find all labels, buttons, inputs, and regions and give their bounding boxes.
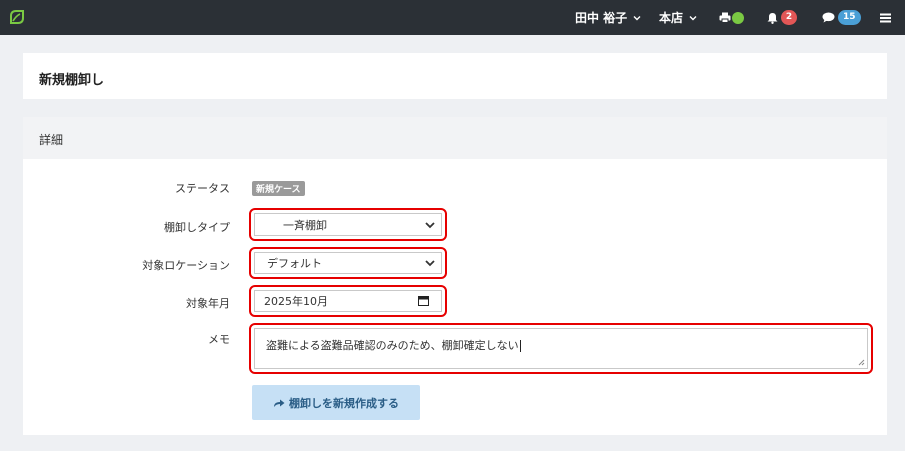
section-title: 詳細 xyxy=(39,133,64,147)
user-menu[interactable]: 田中 裕子 xyxy=(575,0,641,35)
comment-icon xyxy=(822,12,835,23)
inventory-type-select[interactable]: 一斉棚卸 xyxy=(254,213,442,236)
calendar-icon[interactable] xyxy=(418,295,429,306)
target-month-value: 2025年10月 xyxy=(264,295,328,308)
resize-handle-icon[interactable] xyxy=(857,358,865,366)
memo-label: メモ xyxy=(208,333,230,346)
printer-status[interactable] xyxy=(719,0,744,35)
chevron-down-icon xyxy=(633,15,641,20)
message-count-badge: 15 xyxy=(838,10,861,25)
create-inventory-button[interactable]: 棚卸しを新規作成する xyxy=(252,385,420,420)
page-title-card: 新規棚卸し xyxy=(23,53,887,99)
notifications-button[interactable]: 2 xyxy=(767,0,797,35)
memo-value: 盗難による盗難品確認のみのため、棚卸確定しない xyxy=(266,339,519,352)
target-month-label: 対象年月 xyxy=(186,297,230,310)
share-arrow-icon xyxy=(274,399,285,407)
printer-icon xyxy=(719,12,731,23)
leaf-logo-icon[interactable] xyxy=(8,8,26,26)
main-menu-button[interactable] xyxy=(880,0,891,35)
messages-button[interactable]: 15 xyxy=(822,0,861,35)
chevron-down-icon xyxy=(425,260,435,267)
detail-card-header: 詳細 xyxy=(23,117,887,159)
store-menu[interactable]: 本店 xyxy=(659,0,697,35)
top-navbar: 田中 裕子 本店 2 15 xyxy=(0,0,905,35)
target-location-select[interactable]: デフォルト xyxy=(254,252,442,274)
status-badge: 新規ケース xyxy=(252,181,305,196)
chevron-down-icon xyxy=(425,221,435,228)
create-inventory-label: 棚卸しを新規作成する xyxy=(289,396,399,410)
page-title: 新規棚卸し xyxy=(39,73,105,88)
detail-card: 詳細 ステータス 新規ケース 棚卸しタイプ 一斉棚卸 対象ロケーション デフォル… xyxy=(23,117,887,435)
target-location-value: デフォルト xyxy=(267,257,322,270)
memo-textarea[interactable]: 盗難による盗難品確認のみのため、棚卸確定しない xyxy=(254,328,868,369)
user-name: 田中 裕子 xyxy=(575,11,628,25)
text-cursor xyxy=(519,340,521,352)
inventory-type-value: 一斉棚卸 xyxy=(283,218,327,232)
target-month-input[interactable]: 2025年10月 xyxy=(254,290,442,312)
target-location-label: 対象ロケーション xyxy=(142,259,230,272)
store-name: 本店 xyxy=(659,11,684,25)
bell-icon xyxy=(767,12,778,24)
notification-count-badge: 2 xyxy=(781,10,797,25)
printer-status-dot xyxy=(732,11,744,24)
status-label: ステータス xyxy=(175,182,230,195)
inventory-type-label: 棚卸しタイプ xyxy=(164,221,230,234)
hamburger-menu-icon xyxy=(880,13,891,22)
chevron-down-icon xyxy=(689,15,697,20)
